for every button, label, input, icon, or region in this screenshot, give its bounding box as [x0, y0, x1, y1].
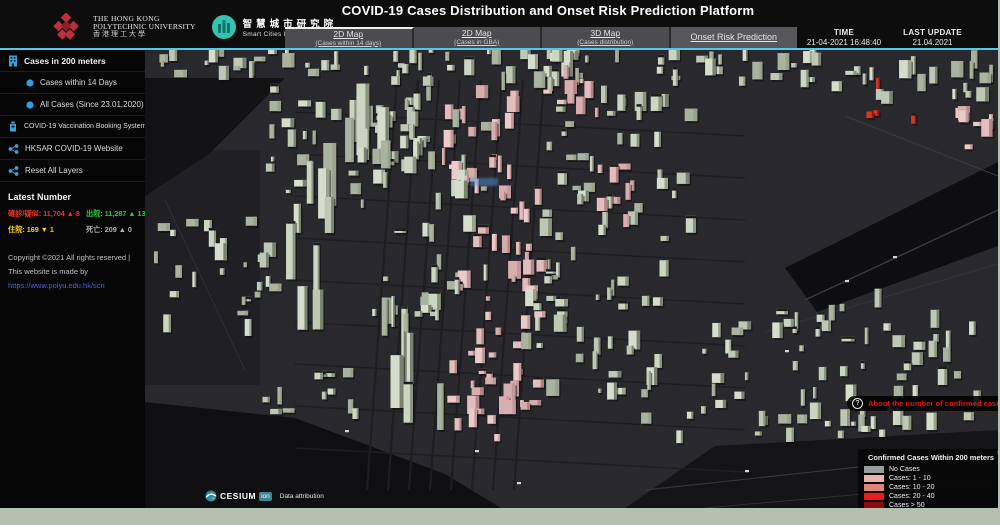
- sidebar-item-reset-layers[interactable]: Reset All Layers: [0, 160, 145, 182]
- cesium-ion-badge: ion: [259, 492, 272, 501]
- share-icon: [8, 144, 19, 154]
- cesium-globe-icon: [205, 490, 217, 502]
- time-label: TIME: [793, 28, 895, 38]
- polyu-name: THE HONG KONG POLYTECHNIC UNIVERSITY 香港理…: [93, 15, 196, 39]
- sidebar-item-label: HKSAR COVID-19 Website: [25, 144, 123, 153]
- dot-icon: [26, 79, 34, 87]
- dot-icon: [26, 101, 34, 109]
- sidebar-item-label: Reset All Layers: [25, 166, 83, 175]
- city-3d-render: [145, 50, 998, 508]
- sidebar-item-label: COVID-19 Vaccination Booking System: [24, 123, 145, 130]
- legend-label: No Cases: [889, 466, 920, 473]
- tab-2d-map-gba[interactable]: 2D Map (Cases in GBA): [414, 27, 543, 48]
- tab-onset-risk-prediction[interactable]: Onset Risk Prediction: [671, 27, 798, 48]
- last-update-display: LAST UPDATE 21.04.2021: [885, 28, 980, 49]
- tab-sublabel: (Cases distribution): [542, 39, 669, 46]
- map-place-label: [470, 178, 498, 186]
- polyu-name-cn: 香港理工大學: [93, 31, 196, 39]
- tab-label: Onset Risk Prediction: [671, 32, 798, 42]
- tab-sublabel: (Cases within 14 days): [285, 40, 412, 47]
- sidebar-item-label: Cases within 14 Days: [40, 78, 117, 87]
- copyright-block: Copyright ©2021 All rights reserved | Th…: [0, 235, 145, 293]
- view-tabs: 2D Map (Cases within 14 days) 2D Map (Ca…: [285, 27, 797, 48]
- polyu-logo-icon: [50, 13, 84, 41]
- latest-number-stats: 確診/疑似: 11,704 ▲ 8 出院: 11,287 ▲ 13 住院: 16…: [8, 209, 137, 235]
- legend-row: Cases: 10 - 20: [864, 484, 998, 491]
- scri-link[interactable]: https://www.polyu.edu.hk/scri: [8, 281, 105, 290]
- app-window: COVID-19 Cases Distribution and Onset Ri…: [0, 0, 998, 508]
- sidebar-item-all-cases[interactable]: All Cases (Since 23.01.2020): [0, 94, 145, 116]
- sidebar-item-vaccination-booking[interactable]: COVID-19 Vaccination Booking System: [0, 116, 145, 138]
- legend-label: Cases: 10 - 20: [889, 484, 935, 491]
- vaccine-icon: [8, 121, 18, 132]
- tab-sublabel: (Cases in GBA): [414, 39, 541, 46]
- sidebar-item-hksar-website[interactable]: HKSAR COVID-19 Website: [0, 138, 145, 160]
- tab-label: 2D Map: [285, 30, 412, 40]
- sidebar-item-cases-14days[interactable]: Cases within 14 Days: [0, 72, 145, 94]
- header-bar: COVID-19 Cases Distribution and Onset Ri…: [0, 0, 998, 50]
- legend-swatch: [864, 475, 884, 482]
- sidebar: Cases in 200 meters Cases within 14 Days…: [0, 50, 145, 508]
- legend-panel: × Confirmed Cases Within 200 meters No C…: [858, 449, 998, 508]
- page-title: COVID-19 Cases Distribution and Onset Ri…: [342, 3, 755, 18]
- legend-swatch: [864, 502, 884, 508]
- tab-3d-map-distribution[interactable]: 3D Map (Cases distribution): [542, 27, 671, 48]
- stat-hospitalized: 住院: 169 ▼ 1: [8, 225, 84, 235]
- time-display: TIME 21-04-2021 16:48:40: [793, 28, 895, 49]
- last-update-label: LAST UPDATE: [885, 28, 980, 38]
- building-icon: [8, 55, 18, 67]
- tab-2d-map-14days[interactable]: 2D Map (Cases within 14 days): [285, 27, 414, 48]
- reset-layers-icon: [8, 166, 19, 176]
- stat-confirmed: 確診/疑似: 11,704 ▲ 8: [8, 209, 84, 219]
- legend-label: Cases > 50: [889, 502, 925, 508]
- map-3d-view[interactable]: ? About the number of confirmed cases × …: [145, 50, 998, 508]
- legend-swatch: [864, 484, 884, 491]
- legend-close-icon[interactable]: ×: [997, 450, 998, 457]
- question-icon: ?: [852, 398, 863, 409]
- sidebar-item-label: Cases in 200 meters: [24, 56, 106, 66]
- cesium-attribution[interactable]: CESIUM ion Data attribution: [205, 490, 324, 502]
- scri-logo-icon: [211, 14, 237, 40]
- legend-label: Cases: 1 - 10: [889, 475, 931, 482]
- legend-row: Cases > 50: [864, 502, 998, 508]
- legend-row: Cases: 20 - 40: [864, 493, 998, 500]
- legend-title: Confirmed Cases Within 200 meters: [864, 453, 998, 462]
- legend-row: Cases: 1 - 10: [864, 475, 998, 482]
- legend-row: No Cases: [864, 466, 998, 473]
- covid-platform-page: COVID-19 Cases Distribution and Onset Ri…: [0, 0, 1000, 525]
- legend-swatch: [864, 466, 884, 473]
- copyright-text: Copyright ©2021 All rights reserved | Th…: [8, 253, 130, 276]
- tab-label: 3D Map: [542, 29, 669, 39]
- tab-label: 2D Map: [414, 29, 541, 39]
- legend-label: Cases: 20 - 40: [889, 493, 935, 500]
- about-confirmed-cases-note[interactable]: ? About the number of confirmed cases: [847, 396, 998, 411]
- sidebar-item-label: All Cases (Since 23.01.2020): [40, 100, 144, 109]
- data-attribution-link[interactable]: Data attribution: [280, 493, 324, 500]
- sidebar-item-cases-200m[interactable]: Cases in 200 meters: [0, 50, 145, 72]
- stat-deaths: 死亡: 209 ▲ 0: [86, 225, 145, 235]
- about-note-text: About the number of confirmed cases: [868, 399, 998, 408]
- legend-swatch: [864, 493, 884, 500]
- legend-resize-icon[interactable]: ⤢: [994, 506, 998, 508]
- latest-number-title: Latest Number: [8, 192, 137, 202]
- cesium-brand-text: CESIUM: [220, 491, 256, 501]
- stat-discharged: 出院: 11,287 ▲ 13: [86, 209, 145, 219]
